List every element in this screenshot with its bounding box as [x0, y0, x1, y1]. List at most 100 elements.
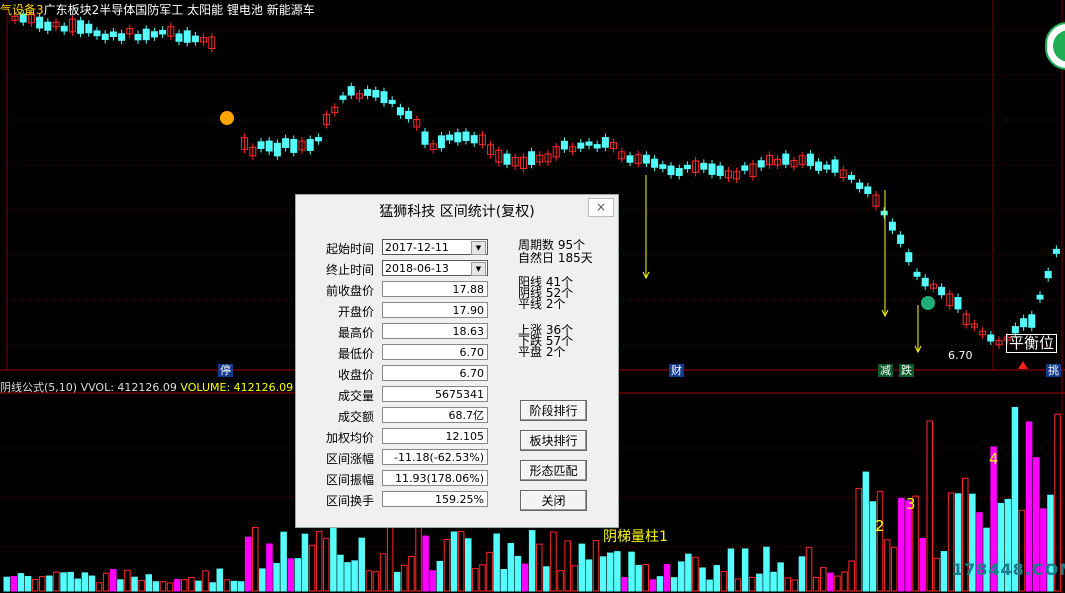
marker-die[interactable]: 跌: [899, 364, 914, 377]
indicator-header[interactable]: 阴线公式(5,10) VVOL: 412126.09 VOLUME: 41212…: [0, 379, 293, 395]
volume-bar: [713, 565, 720, 592]
candle-body: [282, 138, 290, 149]
stat-row: 区间换手 159.25%: [296, 491, 496, 509]
marker-tiao[interactable]: 挑: [1046, 364, 1061, 377]
chevron-down-icon[interactable]: ▼: [471, 241, 486, 255]
marker-jian[interactable]: 减: [878, 364, 893, 377]
candle-body: [601, 137, 609, 148]
date-select[interactable]: 2017-12-11 ▼: [382, 239, 488, 255]
stat-value-text: 18.63: [452, 325, 485, 338]
candle-body: [314, 137, 322, 142]
volume-bar: [372, 571, 380, 592]
close-button[interactable]: 关闭: [520, 490, 587, 511]
volume-bar: [507, 542, 515, 592]
candle-body: [437, 135, 445, 149]
sector-prefix: 气设备3: [0, 3, 44, 17]
stat-value: 17.88: [382, 281, 488, 297]
candle-body: [642, 154, 650, 164]
stat-label: 最低价: [337, 347, 374, 361]
volume-count-label: 4: [989, 450, 999, 468]
candle-body: [364, 89, 372, 96]
stat-label: 最高价: [337, 326, 374, 340]
volume-bar: [273, 562, 280, 592]
down-signal-icon[interactable]: [921, 296, 935, 310]
chevron-down-icon[interactable]: ▼: [471, 262, 486, 276]
marker-ting[interactable]: 停: [218, 364, 233, 377]
volume-bar: [841, 571, 848, 592]
volume-bar: [834, 575, 841, 592]
up-signal-icon[interactable]: [220, 111, 234, 125]
candle-body: [503, 153, 511, 165]
volume-bar: [358, 537, 365, 592]
volume-bar: [252, 526, 259, 592]
volume-bar: [734, 578, 742, 592]
volume-bar: [415, 525, 422, 592]
candle-body: [85, 23, 93, 34]
volume-bar: [656, 576, 664, 592]
candle-body: [1052, 248, 1060, 254]
stat-value: 18.63: [382, 323, 488, 339]
volume-bar: [898, 497, 905, 592]
candle-body: [667, 165, 675, 176]
volume-bar: [784, 577, 791, 592]
volume-bar: [720, 570, 728, 592]
close-icon[interactable]: ×: [588, 198, 614, 217]
stat-value-text: -11.18(-62.53%): [394, 451, 484, 464]
candle-body: [380, 91, 388, 104]
candle-body: [528, 151, 536, 165]
candle-body: [1011, 326, 1019, 334]
volume-bar: [173, 579, 181, 592]
sector-rank-button[interactable]: 板块排行: [520, 430, 587, 451]
stat-flat: 平线 2个: [518, 297, 566, 311]
stat-label: 区间涨幅: [325, 452, 374, 466]
volume-bar: [706, 579, 713, 592]
candle-body: [118, 33, 126, 41]
candle-body: [897, 234, 905, 244]
stage-rank-button[interactable]: 阶段排行: [520, 400, 587, 421]
volume-bar: [741, 548, 749, 592]
volume-bar: [188, 576, 195, 592]
volume-bar: [670, 577, 678, 592]
candle-body: [831, 159, 839, 173]
stat-label: 成交额: [337, 410, 374, 424]
volume-bar: [550, 531, 557, 592]
volume-bar: [81, 572, 89, 592]
volume-bar: [287, 558, 294, 592]
watermark: 178448.COM: [952, 560, 1065, 579]
candle-body: [921, 277, 929, 287]
dialog-title: 猛狮科技 区间统计(复权): [379, 204, 535, 220]
volume-bar: [649, 579, 657, 592]
candle-body: [421, 131, 429, 145]
candle-body: [675, 167, 683, 177]
candle-body: [60, 25, 68, 32]
sector-list: 广东板块2半导体国防军工 太阳能 锂电池 新能源车: [43, 3, 315, 17]
volume-bar: [585, 559, 593, 592]
candle-body: [888, 221, 896, 231]
volume-bar: [479, 564, 486, 592]
volume-bar: [67, 571, 74, 592]
volume-bar: [883, 539, 891, 592]
pattern-match-button[interactable]: 形态匹配: [520, 460, 587, 481]
volume-bar: [24, 575, 32, 592]
stat-row: 起始时间 2017-12-11 ▼: [296, 239, 496, 257]
date-select[interactable]: 2018-06-13 ▼: [382, 260, 488, 276]
volume-bar: [976, 512, 983, 592]
volume-bar: [798, 556, 806, 592]
volume-bar: [777, 562, 784, 592]
candle-body: [470, 135, 478, 144]
stat-value-text: 2017-12-11: [385, 241, 449, 254]
candle-body: [806, 153, 814, 166]
stat-row: 终止时间 2018-06-13 ▼: [296, 260, 496, 278]
candle-body: [175, 33, 183, 42]
stat-value: 11.93(178.06%): [382, 470, 488, 486]
volume-bar: [124, 569, 131, 592]
volume-bar: [95, 582, 103, 592]
candle-body: [593, 144, 601, 149]
volume-bar: [820, 567, 827, 592]
candle-body: [191, 35, 199, 43]
stat-value: 159.25%: [382, 491, 488, 507]
marker-cai[interactable]: 财: [669, 364, 684, 377]
stat-value-text: 68.7亿: [448, 409, 485, 422]
candle-body: [159, 29, 167, 35]
candle-body: [954, 296, 962, 310]
